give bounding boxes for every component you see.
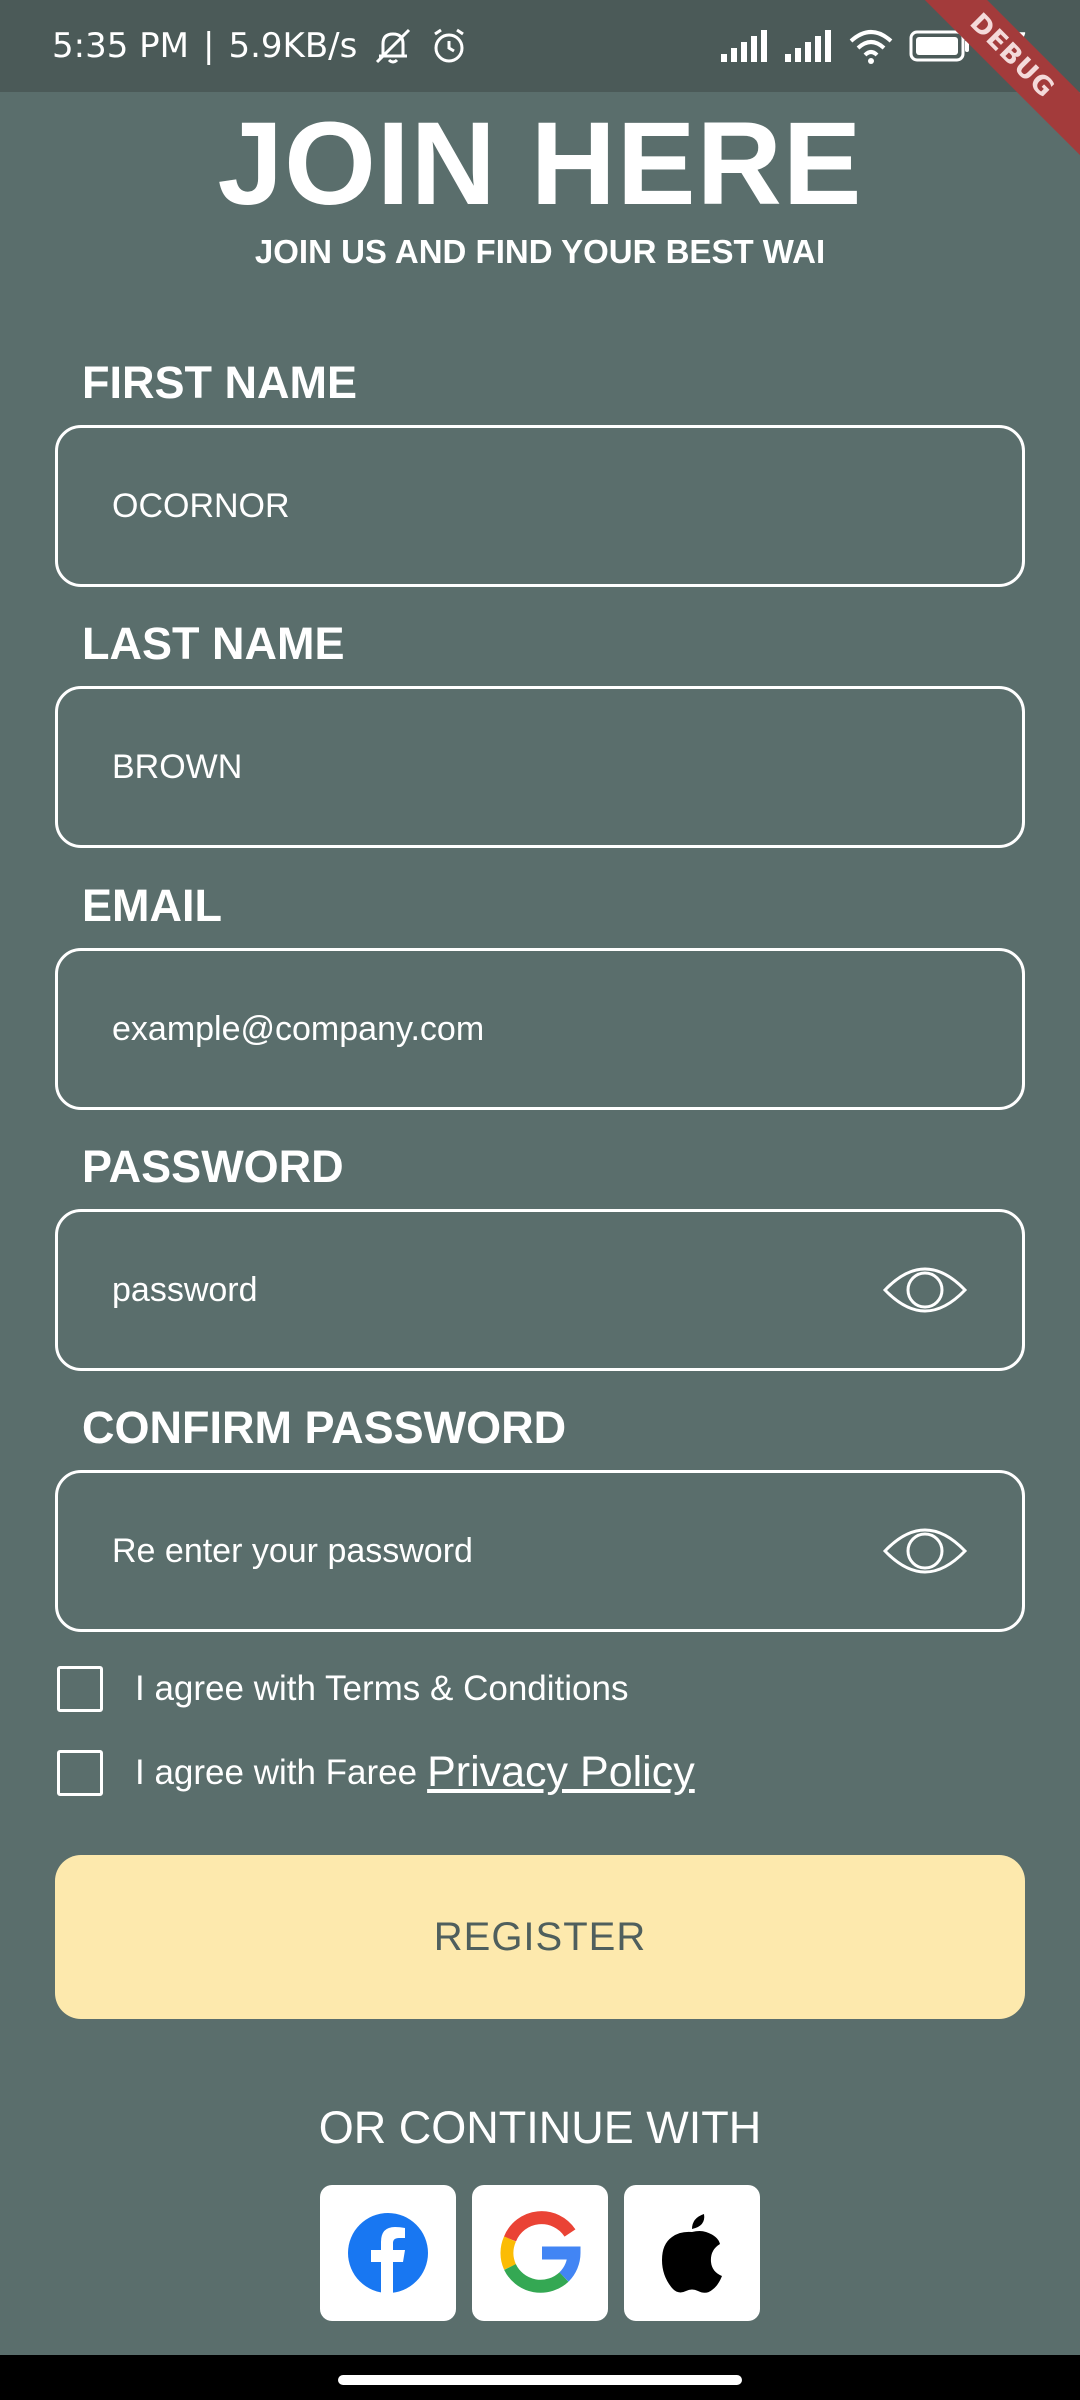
eye-icon[interactable]: [882, 1262, 968, 1318]
facebook-icon: [348, 2213, 428, 2294]
apple-icon: [662, 2214, 722, 2293]
first-name-field[interactable]: OCORNOR: [55, 425, 1025, 587]
privacy-policy-link[interactable]: Privacy Policy: [427, 1748, 695, 1797]
terms-checkbox[interactable]: [57, 1666, 103, 1712]
first-name-value: OCORNOR: [112, 486, 290, 525]
facebook-login-button[interactable]: [320, 2185, 456, 2321]
google-login-button[interactable]: [472, 2185, 608, 2321]
signal-icon: [720, 30, 767, 62]
email-label: EMAIL: [82, 880, 222, 931]
status-bar: 5:35 PM | 5.9KB/s: [0, 0, 1080, 92]
privacy-label: I agree with Faree: [135, 1752, 418, 1792]
terms-row: I agree with Terms & Conditions: [57, 1666, 628, 1712]
page-title: JOIN HERE: [217, 98, 863, 230]
password-field[interactable]: password: [55, 1209, 1025, 1371]
status-left: 5:35 PM | 5.9KB/s: [52, 26, 469, 66]
email-field[interactable]: example@company.com: [55, 948, 1025, 1110]
page-subtitle: JOIN US AND FIND YOUR BEST WAI: [254, 233, 826, 270]
first-name-label: FIRST NAME: [82, 357, 357, 408]
last-name-label: LAST NAME: [82, 618, 345, 669]
confirm-password-label: CONFIRM PASSWORD: [82, 1402, 567, 1453]
status-time: 5:35 PM: [52, 26, 189, 66]
signal-icon: [784, 30, 831, 62]
privacy-row: I agree with Faree Privacy Policy: [57, 1748, 695, 1797]
terms-label: I agree with Terms & Conditions: [135, 1669, 629, 1708]
privacy-checkbox[interactable]: [57, 1749, 103, 1796]
confirm-password-field[interactable]: Re enter your password: [55, 1470, 1025, 1632]
alarm-icon: [434, 28, 465, 63]
continue-with-label: OR CONTINUE WITH: [318, 2102, 762, 2153]
eye-icon[interactable]: [882, 1523, 968, 1579]
confirm-password-placeholder: Re enter your password: [112, 1531, 473, 1570]
home-indicator[interactable]: [338, 2375, 742, 2385]
email-placeholder: example@company.com: [112, 1009, 485, 1048]
last-name-value: BROWN: [112, 747, 243, 786]
apple-login-button[interactable]: [624, 2185, 760, 2321]
google-icon: [500, 2211, 581, 2293]
status-net-speed: 5.9KB/s: [228, 26, 358, 66]
bell-off-icon: [376, 28, 411, 64]
social-login-row: [0, 2185, 1080, 2321]
wifi-icon: [849, 30, 893, 64]
last-name-field[interactable]: BROWN: [55, 686, 1025, 848]
password-label: PASSWORD: [82, 1141, 344, 1192]
status-separator: |: [203, 26, 215, 66]
register-button[interactable]: REGISTER: [55, 1855, 1025, 2019]
password-placeholder: password: [112, 1270, 258, 1309]
